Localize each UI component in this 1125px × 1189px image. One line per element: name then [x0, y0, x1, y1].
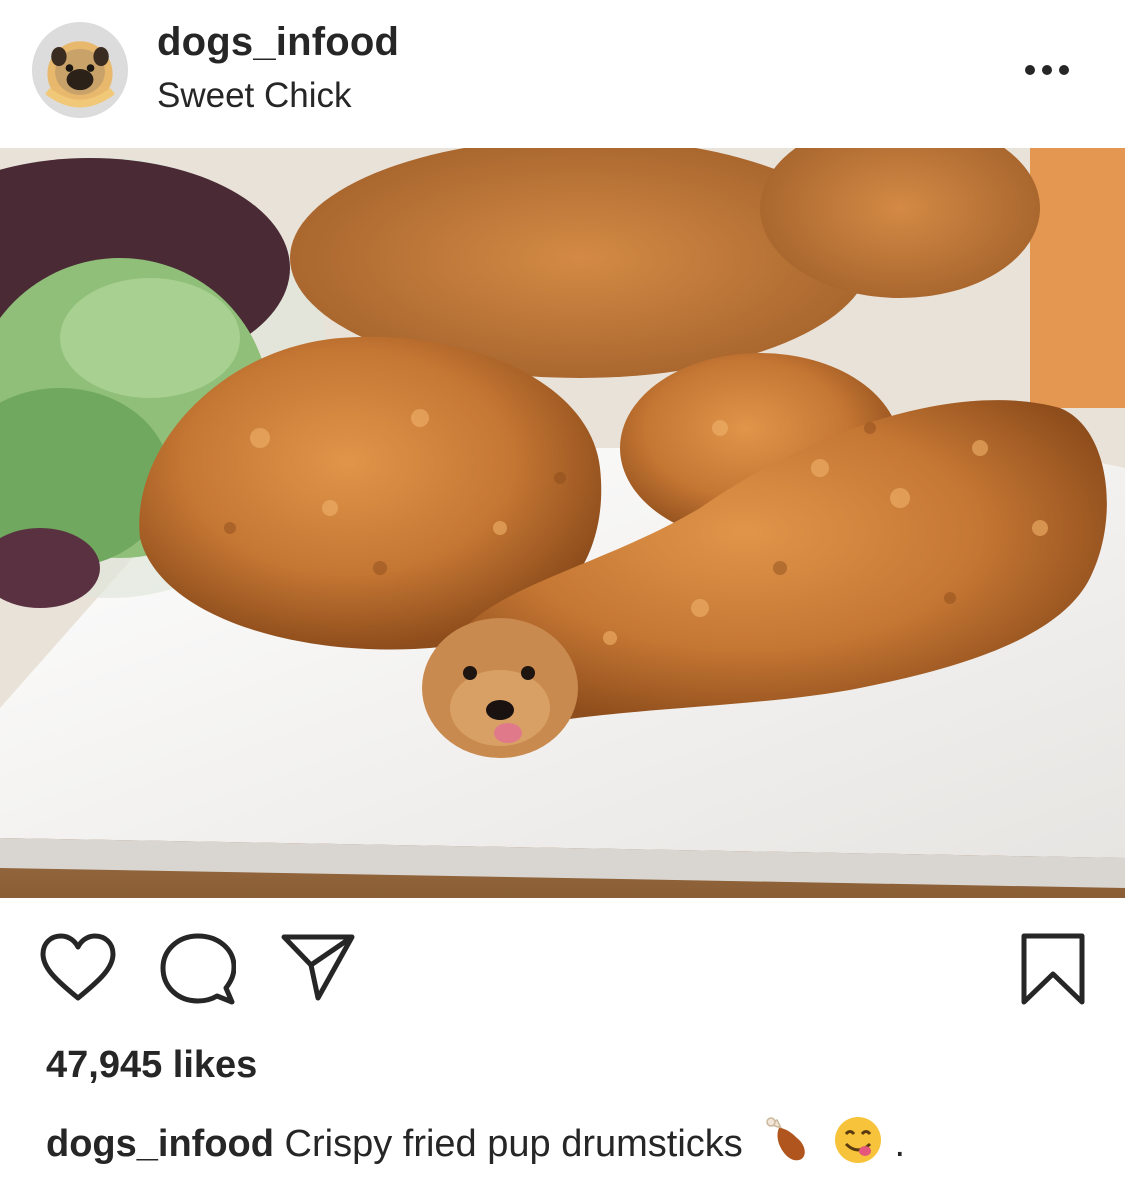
yum-face-emoji: [832, 1114, 884, 1166]
paper-plane-icon: [281, 934, 355, 1001]
avatar-pug-icon: [34, 24, 126, 116]
comment-button[interactable]: [160, 932, 236, 1006]
caption-text: Crispy fried pup drumsticks: [284, 1123, 743, 1165]
post-caption: dogs_infood Crispy fried pup drumsticks …: [46, 1114, 1106, 1166]
post-photo[interactable]: [0, 148, 1125, 898]
comment-bubble-icon: [160, 933, 236, 1005]
post-actions: [0, 898, 1125, 1018]
caption-username[interactable]: dogs_infood: [46, 1123, 274, 1165]
poultry-leg-emoji: [761, 1114, 813, 1166]
post-header: dogs_infood Sweet Chick: [0, 0, 1125, 148]
post-username[interactable]: dogs_infood: [157, 20, 399, 65]
save-button[interactable]: [1018, 932, 1088, 1006]
fried-chicken-photo: [0, 148, 1125, 898]
more-options-button[interactable]: [1002, 50, 1092, 90]
like-button[interactable]: [38, 932, 118, 1004]
share-button[interactable]: [280, 932, 356, 1002]
heart-icon: [40, 933, 116, 1001]
bookmark-icon: [1021, 933, 1085, 1005]
caption-trailing: .: [894, 1123, 906, 1165]
avatar[interactable]: [32, 22, 128, 118]
likes-count[interactable]: 47,945 likes: [46, 1044, 257, 1087]
more-options-icon: [1025, 65, 1069, 75]
post-location[interactable]: Sweet Chick: [157, 76, 352, 116]
